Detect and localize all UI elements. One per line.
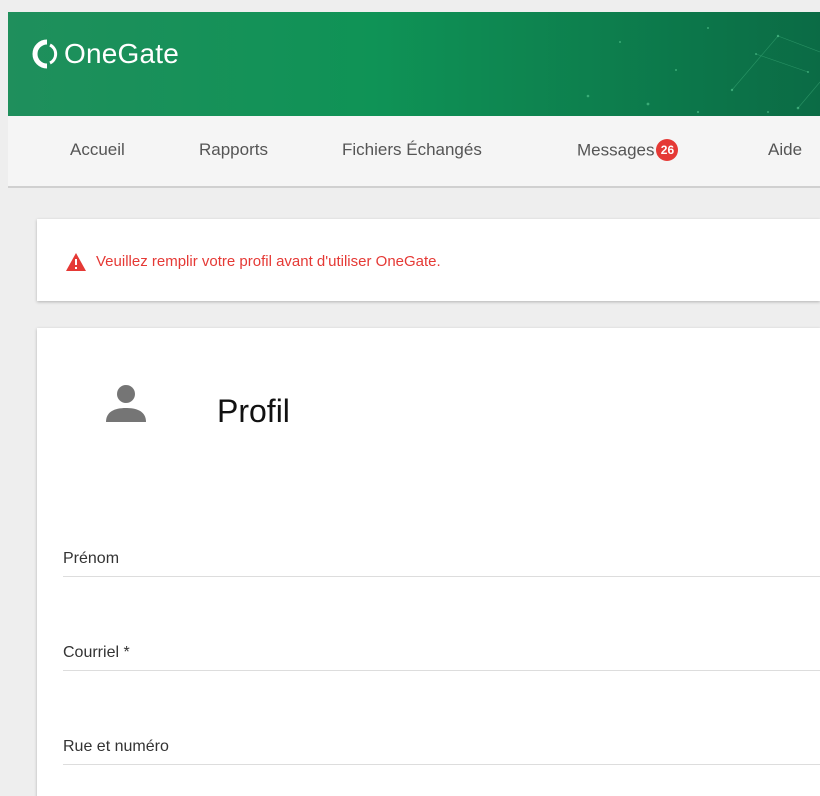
onegate-logo-icon (32, 39, 58, 69)
page: OneGate Accueil Rapports Fichiers Échang… (0, 0, 820, 796)
nav-item-label: Accueil (70, 140, 125, 159)
nav-item-rapports[interactable]: Rapports (199, 140, 268, 160)
nav-item-label: Messages (577, 140, 655, 160)
email-input[interactable] (63, 644, 820, 670)
nav-item-label: Fichiers Échangés (342, 140, 482, 159)
first-name-input[interactable] (63, 550, 820, 576)
nav-item-label: Rapports (199, 140, 268, 159)
main-nav: Accueil Rapports Fichiers Échangés Messa… (8, 116, 820, 188)
first-name-field[interactable]: Prénom (63, 550, 820, 577)
street-field[interactable]: Rue et numéro (63, 738, 820, 765)
email-field[interactable]: Courriel * (63, 644, 820, 671)
logo[interactable]: OneGate (30, 38, 179, 70)
nav-item-aide[interactable]: Aide (768, 140, 802, 160)
profile-warning-alert: Veuillez remplir votre profil avant d'ut… (37, 219, 820, 301)
profile-card: Profil Prénom Courriel * Rue et numéro (37, 328, 820, 796)
page-title: Profil (217, 393, 290, 429)
person-icon (106, 385, 146, 422)
nav-item-messages[interactable]: Messages 26 (577, 139, 679, 162)
nav-item-label: Aide (768, 140, 803, 159)
messages-count-badge: 26 (656, 139, 679, 161)
warning-triangle-icon (66, 253, 86, 271)
app-name: OneGate (64, 38, 180, 69)
alert-message: Veuillez remplir votre profil avant d'ut… (96, 253, 441, 270)
app-header: OneGate (8, 12, 820, 116)
nav-item-fichiers-echanges[interactable]: Fichiers Échangés (342, 140, 482, 160)
street-input[interactable] (63, 738, 820, 764)
nav-item-accueil[interactable]: Accueil (70, 140, 125, 160)
